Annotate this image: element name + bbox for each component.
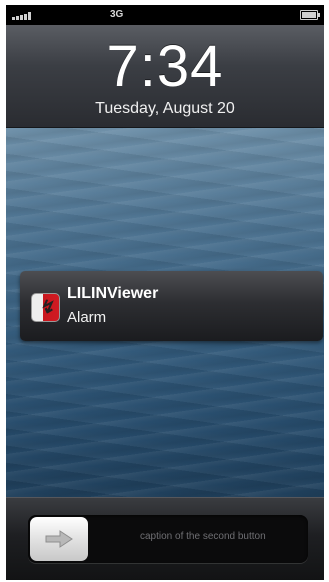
notification-banner[interactable]: ↯ LILINViewer Alarm bbox=[20, 271, 323, 341]
lilin-app-icon: ↯ bbox=[31, 293, 60, 322]
slider-caption: caption of the second button bbox=[140, 531, 266, 542]
lock-time: 7:34 bbox=[106, 34, 224, 99]
arrow-right-icon bbox=[45, 530, 73, 548]
notification-app-name: LILINViewer bbox=[67, 285, 159, 302]
status-bar: 3G bbox=[6, 5, 324, 25]
lock-screen: 3G 7:34 Tuesday, August 20 ↯ LILINViewer… bbox=[6, 5, 324, 580]
unlock-slider-track[interactable]: caption of the second button bbox=[28, 515, 308, 563]
signal-bars-icon bbox=[12, 12, 34, 20]
lock-date: Tuesday, August 20 bbox=[95, 100, 235, 117]
carrier-label: 3G bbox=[110, 9, 124, 20]
notification-message: Alarm bbox=[67, 309, 107, 326]
battery-icon bbox=[300, 10, 320, 20]
unlock-slider-bar: caption of the second button bbox=[6, 497, 324, 580]
unlock-slider-knob[interactable] bbox=[30, 517, 88, 561]
clock-panel: 7:34 Tuesday, August 20 bbox=[6, 25, 324, 128]
